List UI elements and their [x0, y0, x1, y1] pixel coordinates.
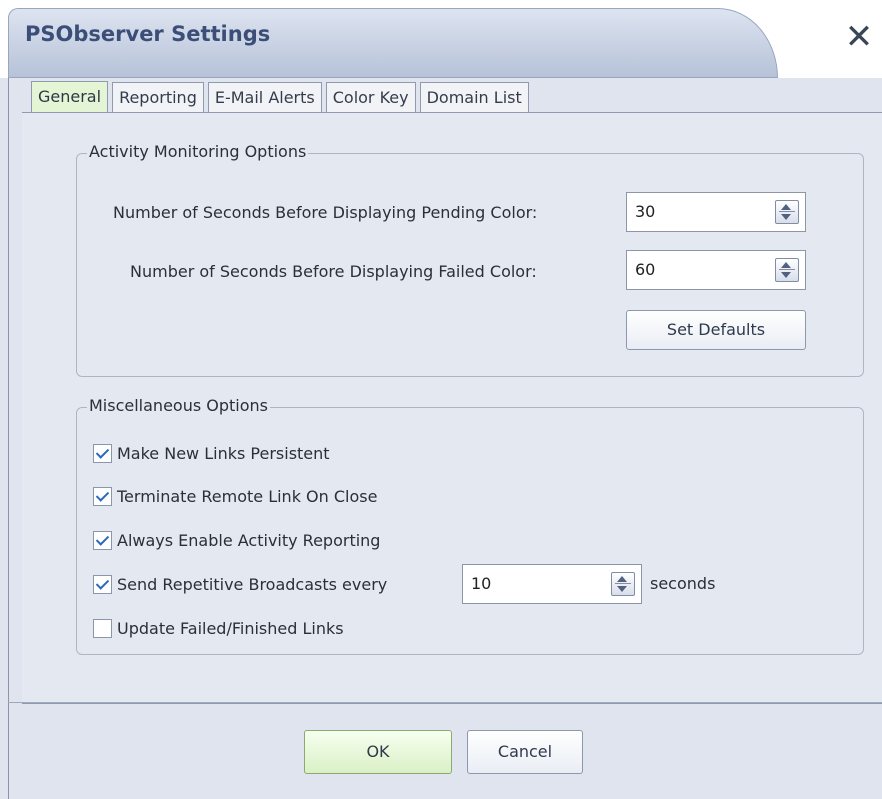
general-tab-panel: Activity Monitoring Options Number of Se…	[22, 112, 882, 704]
tab-color-key[interactable]: Color Key	[325, 82, 416, 112]
repetitive-broadcasts-label[interactable]: Send Repetitive Broadcasts every	[117, 575, 387, 594]
terminate-remote-link-checkbox[interactable]	[93, 486, 112, 506]
spin-arrows-icon[interactable]	[611, 572, 635, 596]
failed-seconds-stepper[interactable]: 60	[626, 250, 806, 290]
spin-arrows-icon[interactable]	[775, 258, 799, 282]
activity-group-title: Activity Monitoring Options	[87, 142, 309, 161]
tab-strip: General Reporting E-Mail Alerts Color Ke…	[31, 81, 533, 112]
misc-group-title: Miscellaneous Options	[87, 396, 270, 415]
make-links-persistent-checkbox[interactable]	[93, 443, 112, 463]
tab-reporting[interactable]: Reporting	[112, 82, 204, 112]
failed-seconds-value[interactable]: 60	[635, 260, 655, 279]
window-title: PSObserver Settings	[25, 22, 271, 46]
enable-activity-reporting-checkbox[interactable]	[93, 530, 112, 550]
make-links-persistent-label[interactable]: Make New Links Persistent	[117, 444, 330, 463]
misc-options-group: Miscellaneous Options Make New Links Per…	[76, 396, 864, 655]
pending-seconds-stepper[interactable]: 30	[626, 192, 806, 232]
pending-seconds-value[interactable]: 30	[635, 202, 655, 221]
enable-activity-reporting-label[interactable]: Always Enable Activity Reporting	[117, 531, 380, 550]
cancel-button[interactable]: Cancel	[467, 730, 583, 774]
tab-domain-list[interactable]: Domain List	[419, 82, 529, 112]
divider	[8, 702, 882, 703]
spin-arrows-icon[interactable]	[775, 200, 799, 224]
broadcast-unit-label: seconds	[650, 574, 716, 593]
set-defaults-button[interactable]: Set Defaults	[626, 310, 806, 350]
repetitive-broadcasts-option[interactable]: Send Repetitive Broadcasts every	[93, 572, 387, 596]
broadcast-interval-value[interactable]: 10	[471, 574, 491, 593]
ok-button[interactable]: OK	[304, 730, 452, 774]
update-failed-links-option[interactable]: Update Failed/Finished Links	[93, 616, 344, 640]
activity-monitoring-group: Activity Monitoring Options Number of Se…	[76, 142, 864, 377]
close-icon[interactable]: ✕	[840, 18, 878, 56]
failed-color-label: Number of Seconds Before Displaying Fail…	[130, 262, 537, 281]
enable-activity-reporting-option[interactable]: Always Enable Activity Reporting	[93, 528, 380, 552]
broadcast-interval-stepper[interactable]: 10	[462, 564, 642, 604]
update-failed-links-label[interactable]: Update Failed/Finished Links	[117, 619, 344, 638]
terminate-remote-link-label[interactable]: Terminate Remote Link On Close	[117, 487, 377, 506]
repetitive-broadcasts-checkbox[interactable]	[93, 574, 112, 594]
make-links-persistent-option[interactable]: Make New Links Persistent	[93, 441, 330, 465]
tab-general[interactable]: General	[31, 81, 109, 112]
pending-color-label: Number of Seconds Before Displaying Pend…	[113, 203, 538, 222]
update-failed-links-checkbox[interactable]	[93, 618, 112, 638]
terminate-remote-link-option[interactable]: Terminate Remote Link On Close	[93, 484, 377, 508]
tab-email-alerts[interactable]: E-Mail Alerts	[207, 82, 322, 112]
title-bar: PSObserver Settings ✕	[0, 0, 882, 78]
settings-window: PSObserver Settings ✕ General Reporting …	[0, 0, 882, 799]
